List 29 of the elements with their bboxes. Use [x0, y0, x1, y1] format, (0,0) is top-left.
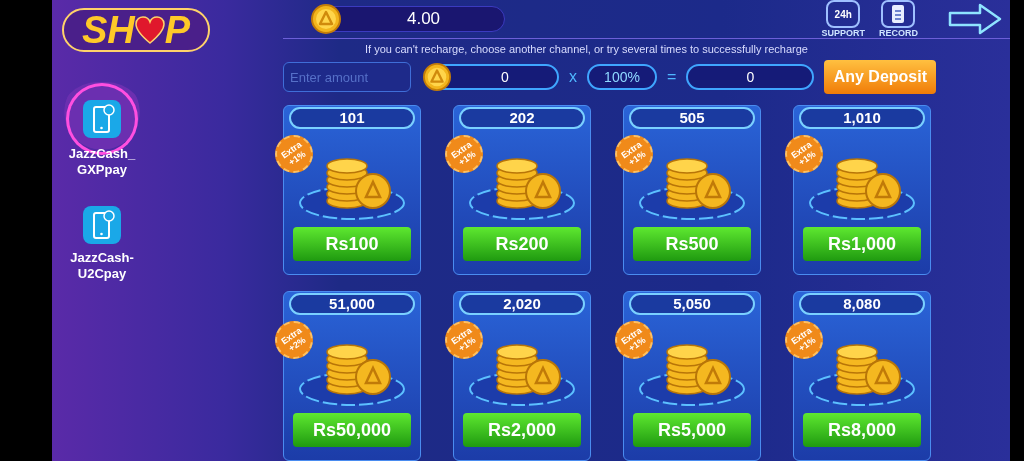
coin-amount-label: 5,050 — [629, 293, 755, 315]
coin-amount-label: 8,080 — [799, 293, 925, 315]
phone-icon — [82, 99, 122, 139]
clipboard-icon — [881, 0, 916, 28]
coin-amount-label: 202 — [459, 107, 585, 129]
coin-icon — [311, 4, 341, 34]
forward-arrow-icon[interactable] — [948, 3, 1002, 35]
coin-amount-label: 101 — [289, 107, 415, 129]
phone-icon — [82, 205, 122, 245]
coin-amount-label: 2,020 — [459, 293, 585, 315]
headset-icon: 24h — [826, 0, 861, 28]
result-field: 0 — [686, 64, 815, 90]
coin-amount-label: 505 — [629, 107, 755, 129]
coin-icon — [423, 63, 451, 91]
logo-text: SH — [82, 11, 135, 49]
balance-value: 4.00 — [405, 8, 442, 31]
heart-icon — [134, 16, 165, 44]
coin-amount-label: 1,010 — [799, 107, 925, 129]
coin-amount-label: 51,000 — [289, 293, 415, 315]
notice-text: If you can't recharge, choose another channel, or try several times to successfully recharge — [365, 42, 808, 58]
record-button[interactable]: RECORD — [879, 0, 918, 38]
support-button[interactable]: 24h SUPPORT — [821, 0, 865, 38]
logo-text: P — [164, 11, 191, 49]
multiply-sign: x — [568, 67, 578, 87]
amount-input[interactable]: Enter amount — [283, 62, 411, 92]
payment-channel[interactable]: JazzCash- U2Cpay — [58, 198, 146, 286]
rate-field: 100% — [587, 64, 657, 90]
coin-amount-value: 0 — [500, 67, 510, 87]
equals-sign: = — [666, 67, 678, 87]
